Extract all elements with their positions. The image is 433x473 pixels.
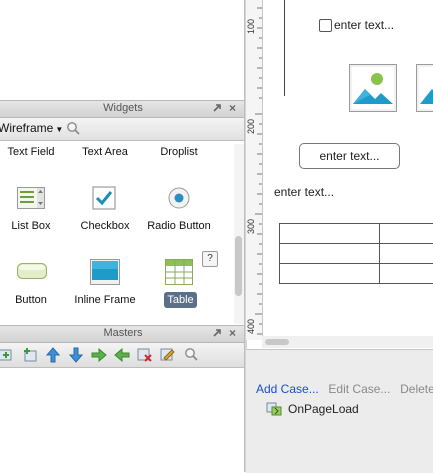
widget-text-area[interactable]: Text Area: [65, 146, 145, 158]
image-placeholder-icon[interactable]: [416, 64, 433, 112]
edit-icon[interactable]: [160, 347, 176, 363]
outdent-icon[interactable]: [114, 348, 130, 362]
vertical-line-shape[interactable]: [284, 0, 285, 96]
canvas-button-label: enter text...: [300, 144, 399, 168]
ruler-mark-400: 400: [246, 319, 256, 334]
event-lightning-icon: [266, 402, 282, 416]
library-select-label: Wireframe: [0, 121, 53, 135]
masters-panel-title: Masters: [0, 327, 246, 339]
button-widget-icon[interactable]: [17, 263, 47, 279]
widgets-panel-title: Widgets: [0, 102, 246, 114]
widgets-toolbar: Wireframe▼: [0, 118, 246, 141]
table-widget-icon[interactable]: [165, 259, 193, 285]
ruler-mark-300: 300: [246, 219, 256, 234]
widget-droplist[interactable]: Droplist: [139, 146, 219, 158]
add-folder-icon[interactable]: [22, 347, 38, 363]
canvas-button[interactable]: enter text...: [299, 143, 400, 169]
left-panel: Widgets × Wireframe▼ Text Field Text Are…: [0, 0, 246, 472]
case-toolbar: Add Case... Edit Case... Delete Ca: [256, 382, 433, 396]
widget-table: Table: [164, 292, 197, 308]
move-down-icon[interactable]: [69, 347, 83, 363]
pop-out-icon[interactable]: [212, 328, 222, 338]
add-master-icon[interactable]: [0, 348, 12, 362]
indent-icon[interactable]: [91, 348, 107, 362]
widget-table-selection[interactable]: Table: [164, 292, 197, 308]
library-select[interactable]: Wireframe▼: [0, 121, 63, 135]
add-case-link[interactable]: Add Case...: [256, 382, 319, 396]
search-icon[interactable]: [66, 121, 80, 135]
design-canvas[interactable]: enter text... enter text... enter text..…: [263, 0, 433, 340]
widgets-scrollbar-track[interactable]: [234, 144, 244, 324]
widget-inline-frame[interactable]: Inline Frame: [65, 294, 145, 306]
canvas-table[interactable]: [279, 223, 433, 285]
close-icon[interactable]: ×: [229, 101, 236, 115]
pop-out-icon[interactable]: [212, 103, 222, 113]
canvas-label[interactable]: enter text...: [274, 185, 334, 199]
chevron-down-icon: ▼: [55, 125, 63, 134]
widget-checkbox[interactable]: Checkbox: [65, 220, 145, 232]
widget-radio-button[interactable]: Radio Button: [139, 220, 219, 232]
delete-case-link[interactable]: Delete Ca: [400, 382, 433, 396]
image-placeholder-icon[interactable]: [349, 64, 397, 112]
checkbox-icon[interactable]: [92, 186, 116, 210]
radio-button-icon[interactable]: [167, 186, 191, 210]
move-up-icon[interactable]: [46, 347, 60, 363]
ruler-mark-100: 100: [246, 19, 256, 34]
widget-text-field[interactable]: Text Field: [0, 146, 71, 158]
top-blank: [0, 0, 244, 100]
canvas-hscrollbar-thumb[interactable]: [265, 339, 289, 345]
vertical-ruler: 100 200 300 400: [246, 0, 263, 340]
ruler-mark-200: 200: [246, 119, 256, 134]
widget-button[interactable]: Button: [0, 294, 71, 306]
checkbox-box[interactable]: [319, 19, 332, 32]
masters-list: [0, 368, 246, 472]
inline-frame-icon[interactable]: [90, 259, 120, 285]
search-icon[interactable]: [184, 347, 198, 361]
widgets-scrollbar-thumb[interactable]: [235, 236, 242, 296]
list-box-icon[interactable]: [17, 187, 45, 209]
edit-case-link[interactable]: Edit Case...: [328, 382, 390, 396]
close-icon[interactable]: ×: [229, 326, 236, 340]
checkbox-label: enter text...: [334, 18, 394, 32]
widgets-panel-header: Widgets ×: [0, 100, 246, 118]
event-label: OnPageLoad: [288, 402, 359, 416]
masters-toolbar: [0, 343, 246, 368]
masters-panel-header: Masters ×: [0, 325, 246, 343]
delete-icon[interactable]: [137, 347, 153, 363]
help-badge[interactable]: ?: [202, 251, 218, 267]
widget-list-box[interactable]: List Box: [0, 220, 71, 232]
interactions-panel: Add Case... Edit Case... Delete Ca OnPag…: [246, 349, 433, 473]
ruler-ticks: [246, 0, 262, 340]
